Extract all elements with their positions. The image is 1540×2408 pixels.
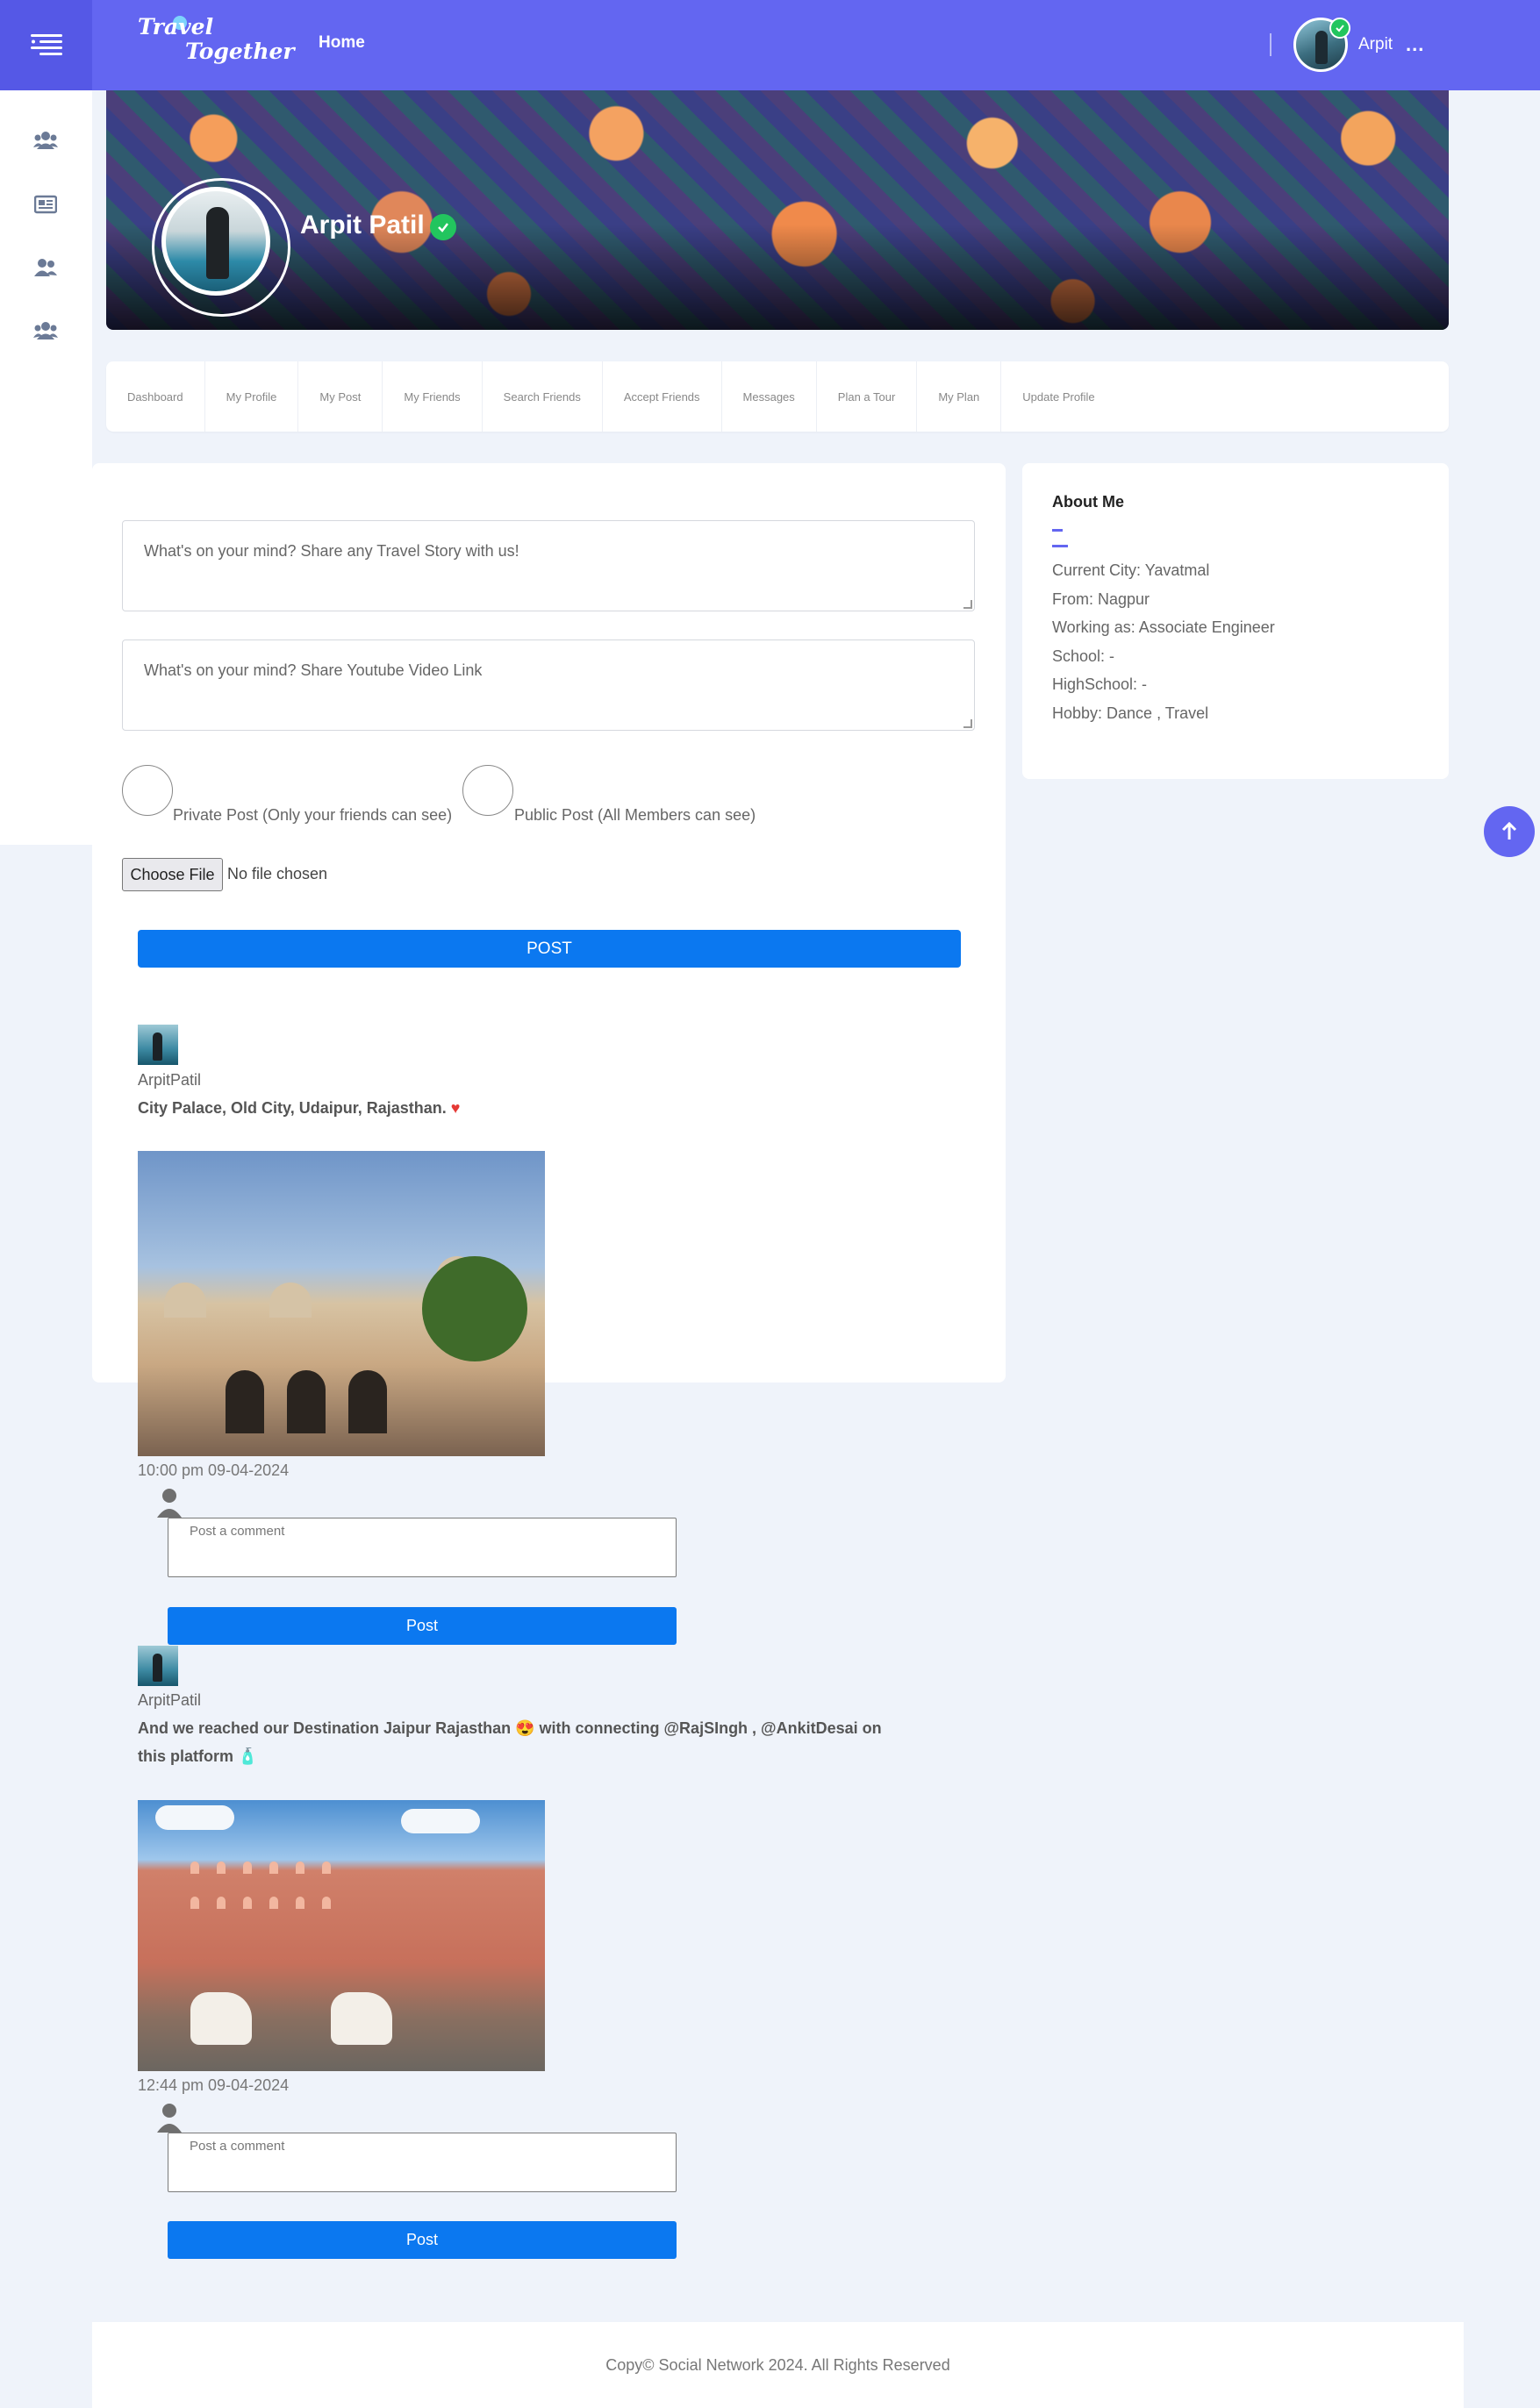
profile-name: Arpit Patil: [300, 211, 425, 239]
resize-handle-icon[interactable]: [963, 600, 972, 609]
tab-accept-friends[interactable]: Accept Friends: [603, 361, 722, 432]
post-timestamp: 12:44 pm 09-04-2024: [138, 2076, 290, 2094]
private-post-label[interactable]: Private Post (Only your friends can see): [173, 806, 452, 825]
post-timestamp: 10:00 pm 09-04-2024: [138, 1461, 290, 1479]
post-button[interactable]: POST: [138, 930, 961, 968]
tab-update-profile[interactable]: Update Profile: [1001, 361, 1115, 432]
post-text: City Palace, Old City, Udaipur, Rajastha…: [138, 1094, 460, 1122]
post-avatar[interactable]: [138, 1646, 178, 1686]
verified-icon: [1329, 18, 1350, 39]
user-icon: [157, 1489, 182, 1518]
groups-icon[interactable]: [31, 127, 61, 154]
tab-my-friends[interactable]: My Friends: [383, 361, 483, 432]
footer-copyright: Copy© Social Network 2024. All Rights Re…: [605, 2355, 950, 2374]
file-status: No file chosen: [227, 865, 328, 882]
public-post-radio[interactable]: [462, 765, 513, 816]
user-friends-icon[interactable]: [31, 254, 61, 281]
video-link-placeholder: What's on your mind? Share Youtube Video…: [144, 661, 483, 679]
travel-story-textarea[interactable]: What's on your mind? Share any Travel St…: [122, 520, 975, 611]
footer: Copy© Social Network 2024. All Rights Re…: [92, 2322, 1464, 2408]
profile-tabs: Dashboard My Profile My Post My Friends …: [106, 361, 1449, 432]
menu-icon: [30, 33, 62, 55]
comment-input[interactable]: Post a comment: [168, 1518, 677, 1577]
heart-icon: ♥: [450, 1099, 461, 1117]
left-sidebar: [0, 90, 92, 845]
post-username[interactable]: ArpitPatil: [138, 1071, 201, 1090]
newspaper-icon[interactable]: [31, 191, 61, 218]
tab-plan-a-tour[interactable]: Plan a Tour: [817, 361, 918, 432]
nav-home-link[interactable]: Home: [319, 33, 365, 53]
user-name[interactable]: Arpit: [1358, 35, 1393, 54]
post-caption: City Palace, Old City, Udaipur, Rajastha…: [138, 1099, 447, 1117]
comment-placeholder: Post a comment: [190, 2139, 285, 2154]
user-icon: [157, 2104, 182, 2133]
menu-toggle-button[interactable]: [0, 0, 92, 90]
post-photo[interactable]: [138, 1151, 545, 1456]
tab-my-profile[interactable]: My Profile: [205, 361, 299, 432]
about-hobby: Hobby: Dance , Travel: [1052, 704, 1209, 722]
post-avatar[interactable]: [138, 1025, 178, 1065]
video-link-textarea[interactable]: What's on your mind? Share Youtube Video…: [122, 640, 975, 731]
about-me-title: About Me: [1052, 493, 1124, 511]
post-photo[interactable]: [138, 1800, 545, 2071]
choose-file-button[interactable]: Choose File: [122, 858, 223, 891]
verified-icon: [430, 214, 456, 240]
header-divider: [1270, 33, 1271, 56]
tab-messages[interactable]: Messages: [722, 361, 817, 432]
tab-my-plan[interactable]: My Plan: [917, 361, 1002, 432]
tab-my-post[interactable]: My Post: [298, 361, 383, 432]
travel-story-placeholder: What's on your mind? Share any Travel St…: [144, 542, 519, 560]
post-caption-line2: this platform 🧴: [138, 1747, 258, 1765]
groups-icon[interactable]: [31, 318, 61, 344]
comment-placeholder: Post a comment: [190, 1524, 285, 1539]
logo-line2: Together: [185, 39, 295, 64]
site-logo[interactable]: Travel Together: [136, 12, 295, 74]
comment-post-button[interactable]: Post: [168, 2221, 677, 2259]
post-text: And we reached our Destination Jaipur Ra…: [138, 1714, 882, 1770]
tab-search-friends[interactable]: Search Friends: [483, 361, 603, 432]
private-post-radio[interactable]: [122, 765, 173, 816]
about-working-as: Working as: Associate Engineer: [1052, 618, 1275, 636]
post-caption-line1: And we reached our Destination Jaipur Ra…: [138, 1719, 882, 1737]
logo-line1: Travel: [138, 14, 214, 39]
back-to-top-button[interactable]: [1484, 806, 1535, 857]
about-school: School: -: [1052, 647, 1115, 665]
comment-post-button[interactable]: Post: [168, 1607, 677, 1645]
about-highschool: HighSchool: -: [1052, 675, 1148, 693]
tab-dashboard[interactable]: Dashboard: [106, 361, 205, 432]
arrow-up-icon: [1501, 821, 1517, 840]
top-header: Travel Together Home Arpit ...: [0, 0, 1540, 90]
about-from: From: Nagpur: [1052, 590, 1150, 608]
more-options-icon[interactable]: ...: [1406, 33, 1424, 56]
title-underline: [1052, 529, 1080, 547]
comment-input[interactable]: Post a comment: [168, 2133, 677, 2192]
about-current-city: Current City: Yavatmal: [1052, 561, 1210, 579]
profile-picture[interactable]: [161, 187, 270, 296]
post-username[interactable]: ArpitPatil: [138, 1691, 201, 1710]
public-post-label[interactable]: Public Post (All Members can see): [514, 806, 756, 825]
resize-handle-icon[interactable]: [963, 719, 972, 728]
